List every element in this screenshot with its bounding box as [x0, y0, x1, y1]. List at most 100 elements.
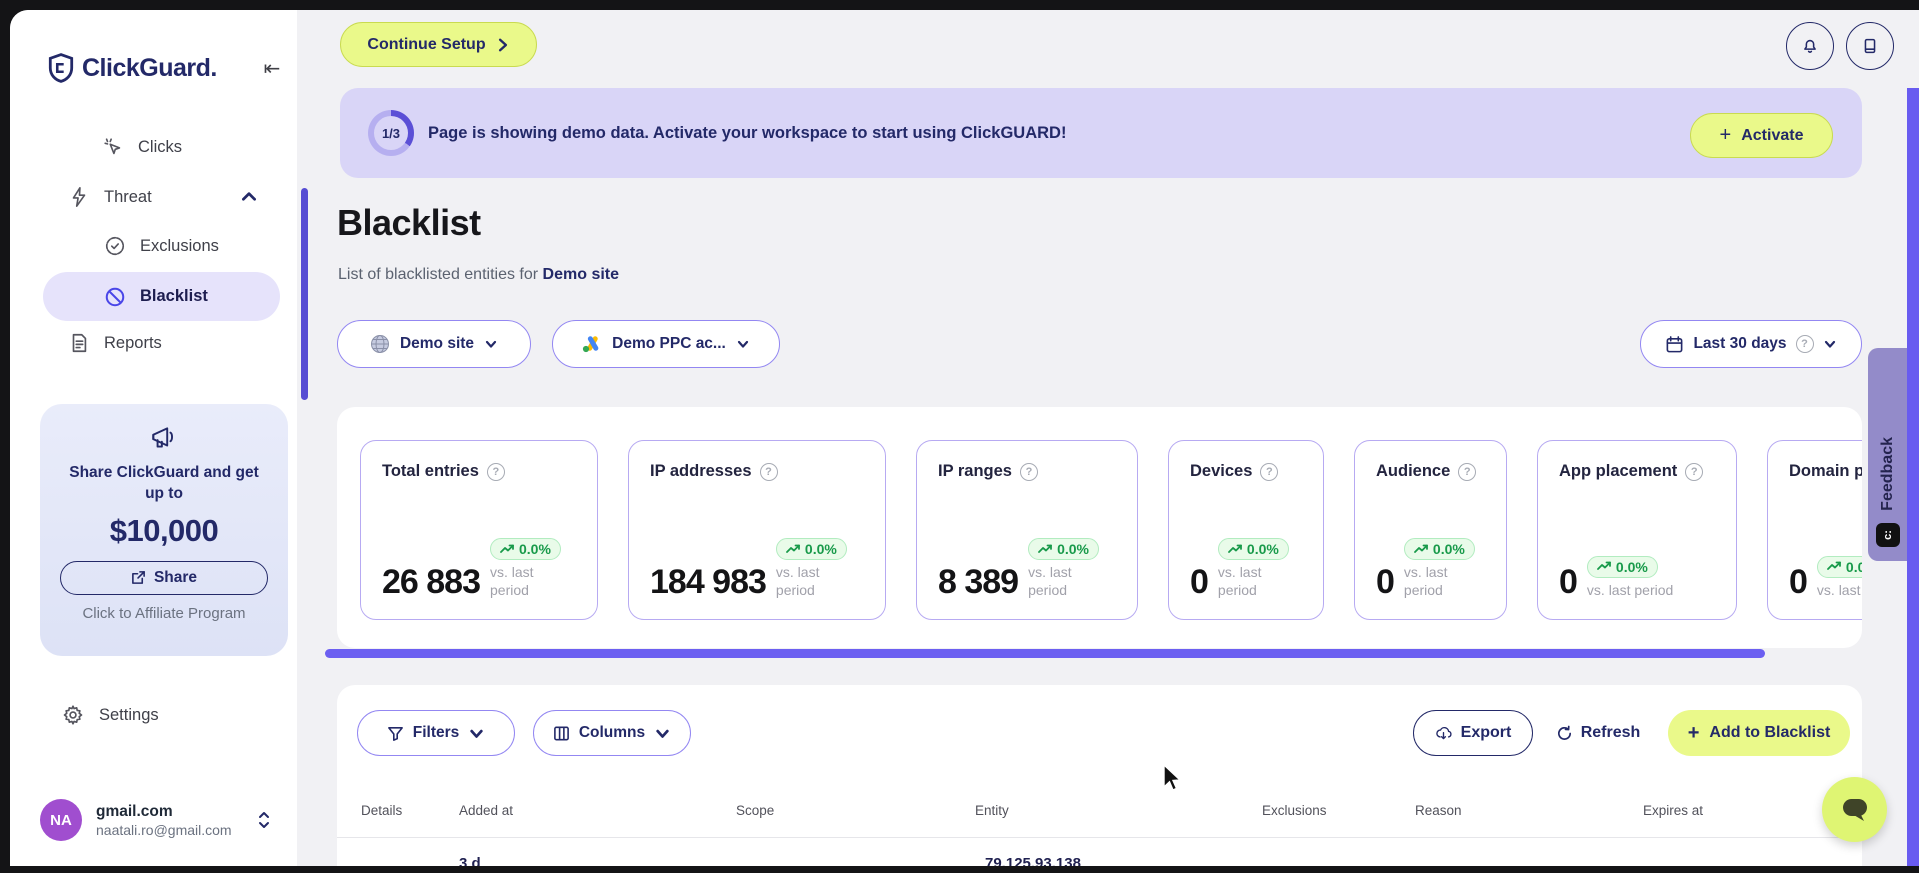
megaphone-icon — [152, 427, 173, 448]
filters-label: Filters — [412, 724, 460, 741]
account-switcher[interactable]: NA gmail.com naatali.ro@gmail.com — [40, 798, 280, 842]
stat-card-total-entries: Total entries? 26 883 0.0% vs. last peri… — [360, 440, 598, 620]
continue-setup-label: Continue Setup — [367, 35, 486, 53]
column-header-exclusions[interactable]: Exclusions — [1262, 803, 1327, 818]
trend-badge: 0.0% — [1586, 555, 1658, 578]
column-header-entity[interactable]: Entity — [975, 803, 1009, 818]
columns-button[interactable]: Columns — [533, 710, 691, 756]
help-icon[interactable]: ? — [1260, 462, 1279, 481]
feedback-widget-icon — [1875, 523, 1900, 547]
book-icon — [1864, 38, 1876, 54]
chevron-down-icon — [656, 729, 669, 738]
stat-change: 0.0% — [804, 541, 837, 557]
column-header-scope[interactable]: Scope — [736, 803, 774, 818]
trend-up-icon — [1827, 561, 1841, 570]
affiliate-link[interactable]: Click to Affiliate Program — [40, 605, 288, 622]
brand-name: ClickGuard. — [82, 53, 217, 82]
account-email: naatali.ro@gmail.com — [96, 821, 232, 838]
activate-button[interactable]: + Activate — [1690, 113, 1833, 158]
help-icon[interactable]: ? — [1685, 462, 1704, 481]
subtitle-prefix: List of blacklisted entities for — [338, 266, 543, 283]
notifications-button[interactable] — [1786, 22, 1834, 70]
sidebar-item-clicks[interactable]: Clicks — [102, 126, 272, 168]
column-header-added-at[interactable]: Added at — [459, 803, 513, 818]
table-row-added-at: 3 d — [459, 855, 481, 866]
trend-badge: 0.0% — [1028, 538, 1100, 560]
trend-up-icon — [1228, 544, 1242, 553]
export-button[interactable]: Export — [1413, 710, 1533, 756]
help-icon[interactable]: ? — [1019, 462, 1038, 481]
blacklist-table-panel: Filters Columns Export Refresh + Add to … — [337, 685, 1862, 866]
ppc-account-selector[interactable]: Demo PPC ac... — [552, 320, 780, 368]
filter-funnel-icon — [387, 726, 403, 741]
stat-value: 184 983 — [650, 563, 767, 601]
site-selector[interactable]: Demo site — [337, 320, 531, 368]
chevron-down-icon — [1824, 340, 1835, 348]
stat-value: 26 883 — [382, 563, 481, 601]
ppc-selector-value: Demo PPC ac... — [612, 335, 726, 352]
sidebar-item-settings[interactable]: Settings — [62, 698, 252, 732]
continue-setup-button[interactable]: Continue Setup — [340, 22, 537, 67]
help-icon[interactable]: ? — [759, 462, 778, 481]
cards-horizontal-scrollbar[interactable] — [325, 649, 1765, 658]
bell-icon — [1804, 39, 1816, 53]
sidebar-item-exclusions[interactable]: Exclusions — [104, 225, 274, 267]
avatar: NA — [40, 799, 82, 841]
subtitle-site: Demo site — [542, 266, 620, 283]
chevron-up-icon[interactable] — [240, 188, 258, 206]
stat-card-domain-placement: Domain placement? 0 0.0% vs. last period — [1767, 440, 1862, 620]
docs-button[interactable] — [1846, 22, 1894, 70]
column-header-reason[interactable]: Reason — [1415, 803, 1462, 818]
help-icon[interactable]: ? — [1458, 462, 1477, 481]
column-header-details[interactable]: Details — [361, 803, 402, 818]
page-scrollbar[interactable] — [1907, 88, 1919, 866]
stat-title: Audience — [1376, 462, 1451, 480]
external-link-icon — [132, 571, 145, 585]
stat-card-ip-ranges: IP ranges? 8 389 0.0% vs. last period — [916, 440, 1138, 620]
desktop-frame: ClickGuard. ⇤ Clicks Threat Exclusions B… — [0, 0, 1919, 873]
stat-card-audience: Audience? 0 0.0% vs. last period — [1354, 440, 1507, 620]
clickguard-logo-icon — [48, 53, 74, 83]
sidebar-item-reports[interactable]: Reports — [68, 322, 258, 364]
stat-caption: vs. last period — [1217, 564, 1262, 598]
trend-up-icon — [1038, 544, 1052, 553]
plus-icon: + — [1687, 721, 1700, 744]
add-to-blacklist-button[interactable]: + Add to Blacklist — [1668, 710, 1850, 756]
stat-title: IP ranges — [938, 462, 1012, 480]
sidebar-item-blacklist[interactable]: Blacklist — [43, 272, 280, 321]
trend-up-icon — [1597, 561, 1611, 570]
stat-change: 0.0% — [1845, 558, 1862, 575]
chat-launcher-button[interactable] — [1822, 777, 1887, 842]
globe-icon — [370, 335, 389, 353]
filters-button[interactable]: Filters — [357, 710, 515, 756]
lightning-icon — [72, 187, 86, 207]
refresh-icon — [1557, 725, 1571, 740]
export-label: Export — [1460, 724, 1512, 741]
trend-badge: 0.0% — [1217, 538, 1289, 560]
banner-message: Page is showing demo data. Activate your… — [428, 123, 1067, 142]
stat-change: 0.0% — [1615, 558, 1648, 575]
stat-title: Domain placement — [1789, 462, 1862, 480]
stat-value: 0 — [1376, 563, 1395, 601]
trend-up-icon — [786, 544, 800, 553]
stat-title: IP addresses — [650, 462, 752, 480]
sidebar-item-label: Blacklist — [140, 287, 208, 305]
cursor-click-icon — [104, 138, 121, 155]
column-header-expires-at[interactable]: Expires at — [1643, 803, 1703, 818]
document-icon — [72, 333, 87, 353]
date-range-selector[interactable]: Last 30 days ? — [1640, 320, 1862, 368]
affiliate-promo-card[interactable]: Share ClickGuard and get up to $10,000 S… — [40, 404, 288, 656]
site-selector-value: Demo site — [399, 335, 475, 352]
feedback-tab[interactable]: Feedback — [1868, 348, 1907, 561]
brand: ClickGuard. — [48, 50, 288, 86]
stat-card-devices: Devices? 0 0.0% vs. last period — [1168, 440, 1324, 620]
stat-caption: vs. last period — [1816, 581, 1862, 598]
chevron-down-icon — [470, 729, 483, 738]
calendar-icon — [1667, 335, 1683, 352]
badge-check-icon — [105, 236, 125, 256]
share-button[interactable]: Share — [60, 560, 268, 595]
refresh-button[interactable]: Refresh — [1548, 710, 1648, 756]
stat-caption: vs. last period — [490, 564, 534, 598]
help-icon[interactable]: ? — [486, 462, 505, 481]
sidebar-collapse-icon[interactable]: ⇤ — [258, 54, 286, 82]
